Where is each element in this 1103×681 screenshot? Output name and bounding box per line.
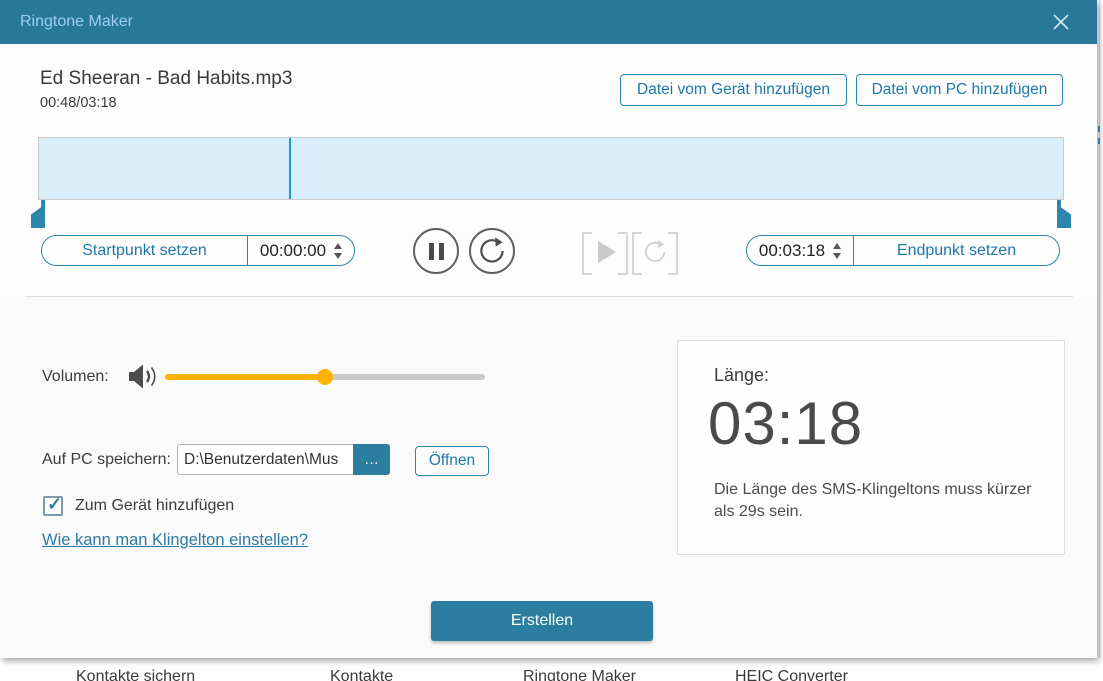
titlebar: Ringtone Maker <box>0 0 1097 44</box>
volume-thumb[interactable] <box>317 369 333 385</box>
ringtone-maker-dialog: Ringtone Maker Ed Sheeran - Bad Habits.m… <box>0 0 1097 658</box>
playhead <box>288 138 291 199</box>
background-nav-ringtone-maker: Ringtone Maker <box>523 668 636 681</box>
length-panel: Länge: 03:18 Die Länge des SMS-Klingelto… <box>677 340 1065 555</box>
add-to-device-label[interactable]: Zum Gerät hinzufügen <box>75 497 234 515</box>
spinner-up-icon[interactable] <box>833 242 842 249</box>
spinner-down-icon[interactable] <box>833 252 842 259</box>
spinner-down-icon[interactable] <box>334 252 343 259</box>
browse-button[interactable]: … <box>353 444 390 475</box>
add-file-from-device-button[interactable]: Datei vom Gerät hinzufügen <box>620 74 847 106</box>
end-time-spinner[interactable]: 00:03:18 <box>747 236 854 265</box>
spinner-up-icon[interactable] <box>334 242 343 249</box>
trim-end-handle[interactable] <box>1057 200 1071 228</box>
volume-label: Volumen: <box>42 368 109 385</box>
preview-play-button-disabled[interactable] <box>582 232 628 275</box>
repeat-button[interactable] <box>469 228 515 274</box>
background-edge-line <box>1099 0 1100 658</box>
save-to-pc-label: Auf PC speichern: <box>42 451 171 468</box>
pause-icon <box>428 242 444 260</box>
start-point-control: Startpunkt setzen 00:00:00 <box>41 235 355 266</box>
start-time-value[interactable]: 00:00:00 <box>260 241 326 261</box>
add-to-device-checkbox[interactable]: ✓ <box>43 494 63 516</box>
close-icon <box>1053 14 1069 30</box>
volume-slider[interactable] <box>165 369 485 385</box>
close-button[interactable] <box>1039 0 1083 44</box>
pause-button[interactable] <box>413 228 459 274</box>
repeat-icon <box>480 237 504 263</box>
start-time-spinner[interactable]: 00:00:00 <box>247 236 354 265</box>
length-label: Länge: <box>714 365 770 385</box>
preview-repeat-button-disabled[interactable] <box>632 232 678 275</box>
end-point-control: 00:03:18 Endpunkt setzen <box>746 235 1060 266</box>
repeat-disabled-icon <box>644 239 666 262</box>
background-window-strip: Kontakte sichern Kontakte Ringtone Maker… <box>0 658 1103 681</box>
ringtone-help-link[interactable]: Wie kann man Klingelton einstellen? <box>42 531 308 550</box>
length-hint: Die Länge des SMS-Klingeltons muss kürze… <box>714 481 1032 520</box>
set-start-point-button[interactable]: Startpunkt setzen <box>42 236 247 265</box>
song-title: Ed Sheeran - Bad Habits.mp3 <box>40 68 293 89</box>
waveform-area[interactable] <box>38 137 1064 200</box>
volume-fill <box>165 374 325 380</box>
start-time-stepper[interactable] <box>334 242 343 259</box>
open-folder-button[interactable]: Öffnen <box>415 446 489 476</box>
checkmark-icon: ✓ <box>47 494 63 514</box>
window-title: Ringtone Maker <box>20 13 133 30</box>
save-path-input[interactable] <box>177 444 353 475</box>
background-nav-heic-converter: HEIC Converter <box>735 668 848 681</box>
background-window-right-edge <box>1097 0 1103 658</box>
add-file-from-pc-button[interactable]: Datei vom PC hinzufügen <box>856 74 1063 106</box>
end-time-value[interactable]: 00:03:18 <box>759 241 825 261</box>
background-nav-kontakte-sichern: Kontakte sichern <box>76 668 196 681</box>
play-icon <box>598 240 616 263</box>
trim-start-handle[interactable] <box>31 200 45 228</box>
speaker-icon <box>128 363 160 395</box>
create-button[interactable]: Erstellen <box>431 601 653 641</box>
set-end-point-button[interactable]: Endpunkt setzen <box>854 236 1059 265</box>
end-time-stepper[interactable] <box>833 242 842 259</box>
length-value: 03:18 <box>708 390 864 457</box>
playback-time: 00:48/03:18 <box>40 95 117 111</box>
background-edge-dashes <box>1098 126 1100 144</box>
background-nav-kontakte: Kontakte <box>330 668 394 681</box>
